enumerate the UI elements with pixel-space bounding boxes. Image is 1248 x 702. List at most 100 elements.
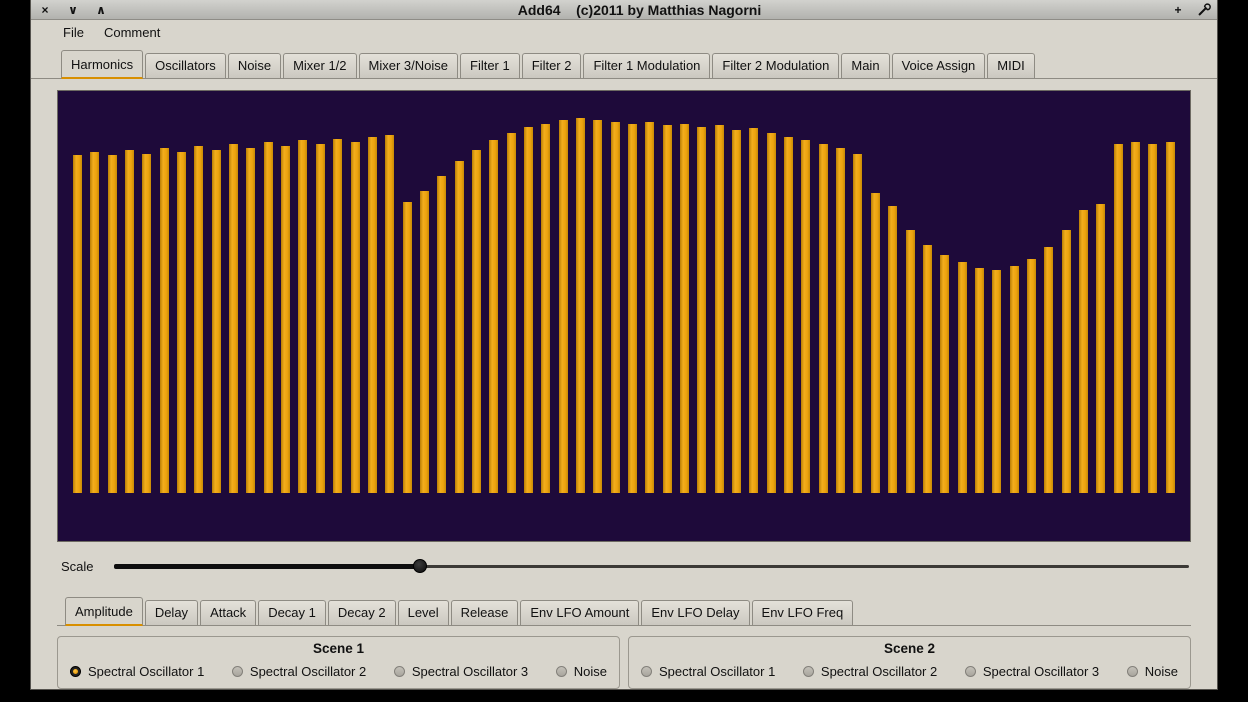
harmonic-bar-15[interactable]	[316, 144, 325, 493]
tab-filter-1[interactable]: Filter 1	[460, 53, 520, 78]
env-tab-amplitude[interactable]: Amplitude	[65, 597, 143, 626]
harmonic-bar-38[interactable]	[715, 125, 724, 493]
menu-comment[interactable]: Comment	[104, 25, 160, 40]
harmonic-bar-34[interactable]	[645, 122, 654, 493]
env-tab-delay[interactable]: Delay	[145, 600, 198, 625]
tab-midi[interactable]: MIDI	[987, 53, 1034, 78]
harmonic-bar-40[interactable]	[749, 128, 758, 493]
scene-2-option-spectral-oscillator-3[interactable]: Spectral Oscillator 3	[965, 664, 1099, 679]
harmonic-bar-20[interactable]	[403, 202, 412, 493]
env-tab-release[interactable]: Release	[451, 600, 519, 625]
harmonic-bar-3[interactable]	[108, 155, 117, 493]
harmonic-bar-26[interactable]	[507, 133, 516, 493]
harmonic-bar-48[interactable]	[888, 206, 897, 493]
radio-icon[interactable]	[641, 666, 652, 677]
radio-icon[interactable]	[965, 666, 976, 677]
window-tools-icon[interactable]	[1198, 3, 1211, 16]
harmonic-bar-12[interactable]	[264, 142, 273, 493]
harmonic-bar-6[interactable]	[160, 148, 169, 493]
harmonic-bar-27[interactable]	[524, 127, 533, 493]
harmonic-bar-23[interactable]	[455, 161, 464, 493]
harmonic-bar-50[interactable]	[923, 245, 932, 493]
harmonic-bar-62[interactable]	[1131, 142, 1140, 493]
harmonic-bar-63[interactable]	[1148, 144, 1157, 493]
harmonic-bar-14[interactable]	[298, 140, 307, 493]
harmonic-bar-29[interactable]	[559, 120, 568, 493]
harmonic-bar-18[interactable]	[368, 137, 377, 493]
harmonic-bar-43[interactable]	[801, 140, 810, 493]
env-tab-env-lfo-amount[interactable]: Env LFO Amount	[520, 600, 639, 625]
harmonic-bar-25[interactable]	[489, 140, 498, 493]
harmonic-bar-51[interactable]	[940, 255, 949, 493]
harmonic-bar-33[interactable]	[628, 124, 637, 493]
harmonic-bar-5[interactable]	[142, 154, 151, 493]
harmonic-bar-16[interactable]	[333, 139, 342, 493]
harmonic-bar-57[interactable]	[1044, 247, 1053, 493]
scene-1-option-noise[interactable]: Noise	[556, 664, 607, 679]
harmonic-bar-56[interactable]	[1027, 259, 1036, 493]
menu-file[interactable]: File	[63, 25, 84, 40]
harmonic-bar-28[interactable]	[541, 124, 550, 493]
harmonic-bar-44[interactable]	[819, 144, 828, 493]
harmonic-bar-45[interactable]	[836, 148, 845, 493]
window-unshade-button[interactable]: ∧	[93, 2, 109, 18]
radio-icon[interactable]	[556, 666, 567, 677]
harmonic-bar-42[interactable]	[784, 137, 793, 493]
tab-voice-assign[interactable]: Voice Assign	[892, 53, 986, 78]
tab-noise[interactable]: Noise	[228, 53, 281, 78]
harmonic-bar-59[interactable]	[1079, 210, 1088, 493]
harmonic-bar-60[interactable]	[1096, 204, 1105, 493]
harmonic-bar-21[interactable]	[420, 191, 429, 493]
harmonic-bar-54[interactable]	[992, 270, 1001, 493]
tab-filter-2-modulation[interactable]: Filter 2 Modulation	[712, 53, 839, 78]
harmonic-bar-24[interactable]	[472, 150, 481, 493]
harmonic-bar-36[interactable]	[680, 124, 689, 493]
env-tab-level[interactable]: Level	[398, 600, 449, 625]
tab-mixer-1-2[interactable]: Mixer 1/2	[283, 53, 356, 78]
harmonic-bar-10[interactable]	[229, 144, 238, 493]
tab-mixer-3-noise[interactable]: Mixer 3/Noise	[359, 53, 458, 78]
scene-2-option-spectral-oscillator-2[interactable]: Spectral Oscillator 2	[803, 664, 937, 679]
harmonic-bar-31[interactable]	[593, 120, 602, 493]
env-tab-decay-2[interactable]: Decay 2	[328, 600, 396, 625]
harmonic-bar-61[interactable]	[1114, 144, 1123, 493]
harmonic-bar-52[interactable]	[958, 262, 967, 493]
radio-icon[interactable]	[394, 666, 405, 677]
tab-filter-2[interactable]: Filter 2	[522, 53, 582, 78]
harmonic-bar-4[interactable]	[125, 150, 134, 493]
harmonic-bar-7[interactable]	[177, 152, 186, 493]
window-plus-button[interactable]: +	[1170, 2, 1186, 18]
radio-icon[interactable]	[1127, 666, 1138, 677]
window-shade-button[interactable]: ∨	[65, 2, 81, 18]
scene-2-option-spectral-oscillator-1[interactable]: Spectral Oscillator 1	[641, 664, 775, 679]
harmonic-bar-53[interactable]	[975, 268, 984, 493]
scale-slider-handle[interactable]	[413, 559, 427, 573]
harmonic-bar-47[interactable]	[871, 193, 880, 493]
env-tab-attack[interactable]: Attack	[200, 600, 256, 625]
harmonic-bar-35[interactable]	[663, 125, 672, 493]
harmonic-bar-2[interactable]	[90, 152, 99, 493]
window-close-button[interactable]: ×	[37, 2, 53, 18]
radio-icon[interactable]	[70, 666, 81, 677]
env-tab-env-lfo-delay[interactable]: Env LFO Delay	[641, 600, 749, 625]
harmonic-bar-32[interactable]	[611, 122, 620, 493]
tab-main[interactable]: Main	[841, 53, 889, 78]
harmonic-bar-30[interactable]	[576, 118, 585, 493]
harmonic-bar-19[interactable]	[385, 135, 394, 493]
scene-1-option-spectral-oscillator-1[interactable]: Spectral Oscillator 1	[70, 664, 204, 679]
radio-icon[interactable]	[232, 666, 243, 677]
harmonic-bar-49[interactable]	[906, 230, 915, 493]
harmonic-bar-1[interactable]	[73, 155, 82, 493]
harmonic-bar-11[interactable]	[246, 148, 255, 493]
titlebar[interactable]: × ∨ ∧ Add64 (c)2011 by Matthias Nagorni …	[31, 0, 1217, 20]
harmonic-bar-58[interactable]	[1062, 230, 1071, 493]
harmonic-bar-13[interactable]	[281, 146, 290, 493]
tab-filter-1-modulation[interactable]: Filter 1 Modulation	[583, 53, 710, 78]
scene-2-option-noise[interactable]: Noise	[1127, 664, 1178, 679]
radio-icon[interactable]	[803, 666, 814, 677]
harmonic-bar-46[interactable]	[853, 154, 862, 493]
tab-oscillators[interactable]: Oscillators	[145, 53, 226, 78]
harmonic-bar-39[interactable]	[732, 130, 741, 493]
tab-harmonics[interactable]: Harmonics	[61, 50, 143, 79]
harmonic-bar-55[interactable]	[1010, 266, 1019, 493]
